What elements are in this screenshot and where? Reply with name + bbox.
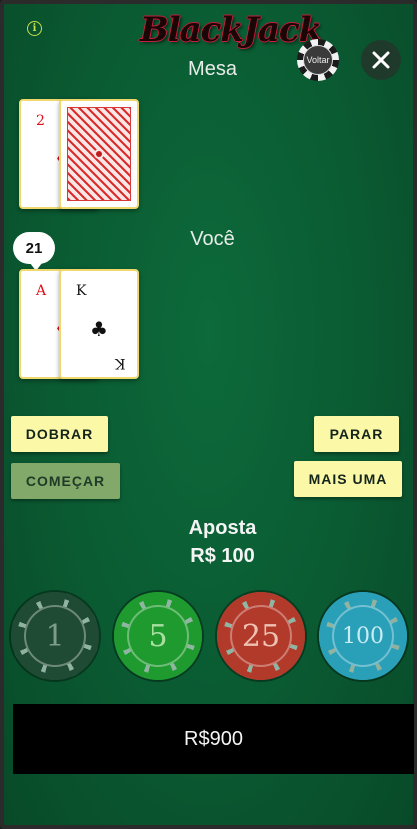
card-rank-bottom: K — [114, 355, 125, 371]
chip-25[interactable]: 25 — [217, 592, 305, 680]
bet-value: R$ 100 — [190, 545, 255, 567]
chip-25-value: 25 — [230, 605, 292, 667]
chip-5-value: 5 — [127, 605, 189, 667]
hit-button[interactable]: MAIS UMA — [294, 461, 402, 497]
dealer-label: Mesa — [188, 58, 237, 80]
player-label: Você — [190, 228, 235, 250]
chip-100[interactable]: 100 — [319, 592, 407, 680]
card-suit: ♣ — [90, 317, 108, 341]
stand-button[interactable]: PARAR — [314, 416, 399, 452]
blackjack-logo: BlackJack — [140, 10, 322, 50]
chip-5[interactable]: 5 — [114, 592, 202, 680]
chip-1[interactable]: 1 — [11, 592, 99, 680]
balance-display: R$900 — [13, 704, 414, 774]
card-back-pattern — [67, 107, 131, 201]
chip-1-value: 1 — [24, 605, 86, 667]
blackjack-table: i BlackJack Voltar Mesa 2 ♦ Você 21 A ♦ … — [0, 0, 417, 829]
player-card-2: K ♣ K — [59, 269, 139, 379]
info-icon[interactable]: i — [27, 21, 42, 36]
player-score-badge: 21 — [13, 232, 55, 271]
card-rank: 2 — [36, 113, 45, 129]
start-button[interactable]: COMEÇAR — [11, 463, 120, 499]
dealer-card-2-facedown — [59, 99, 139, 209]
chip-100-value: 100 — [332, 605, 394, 667]
double-button[interactable]: DOBRAR — [11, 416, 108, 452]
card-rank: A — [36, 283, 47, 299]
card-rank: K — [76, 283, 87, 299]
bet-label: Aposta — [188, 517, 257, 539]
